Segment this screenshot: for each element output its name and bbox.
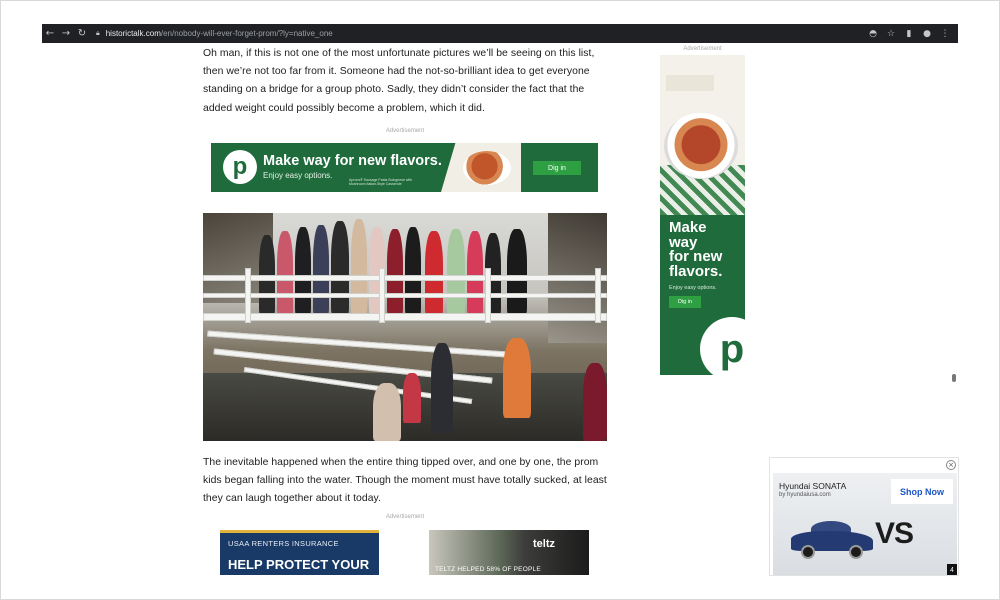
person-falling xyxy=(503,338,531,418)
profile-icon[interactable]: ● xyxy=(922,29,932,39)
bridge-rail xyxy=(203,293,607,298)
publix-banner-ad[interactable]: p Make way for new flavors. Enjoy easy o… xyxy=(211,143,598,192)
extension-drop-icon[interactable]: ◓ xyxy=(868,29,878,39)
article-paragraph-1: Oh man, if this is not one of the most u… xyxy=(203,48,595,114)
person xyxy=(331,221,349,315)
bridge-deck xyxy=(203,313,607,321)
person xyxy=(405,227,421,315)
banner-dig-in-button[interactable]: Dig in xyxy=(533,161,581,175)
lock-icon: 🔒︎ xyxy=(96,29,100,37)
person-falling xyxy=(373,383,401,441)
banner-ad-fine-print: Aprons® Sausage Pasta Bolognese with Mus… xyxy=(349,178,413,186)
skyscraper-dig-in-button[interactable]: Dig in xyxy=(669,296,701,308)
person xyxy=(313,225,329,315)
usaa-ad-eyebrow: USAA RENTERS INSURANCE xyxy=(228,539,339,548)
side-panel-icon[interactable]: ▮ xyxy=(904,29,914,39)
url-host: historictalk.com xyxy=(105,29,161,38)
reload-icon[interactable]: ↻ xyxy=(74,24,90,43)
scrollbar-thumb[interactable] xyxy=(952,374,956,382)
skyscraper-small-dish xyxy=(666,75,714,91)
vs-text: VS xyxy=(875,517,914,550)
teltz-ad[interactable]: teltz TELTZ HELPED 58% OF PEOPLE xyxy=(429,530,589,575)
person xyxy=(277,231,293,315)
teltz-ad-caption: TELTZ HELPED 58% OF PEOPLE xyxy=(435,566,541,573)
publix-logo: p xyxy=(700,317,745,375)
shop-now-button[interactable]: Shop Now xyxy=(891,479,953,504)
bridge-post xyxy=(485,268,491,323)
browser-toolbar: ← → ↻ 🔒︎ historictalk.com /en/nobody-wil… xyxy=(42,24,958,43)
bridge-post xyxy=(595,268,601,323)
person xyxy=(447,229,465,315)
pasta-dish-image xyxy=(664,113,738,179)
menu-kebab-icon[interactable]: ⋮ xyxy=(940,29,950,39)
article-paragraph-2: The inevitable happened when the entire … xyxy=(203,457,607,505)
hyundai-ad-url: by hyundaiusa.com xyxy=(779,492,831,498)
url-path: /en/nobody-will-ever-forget-prom/?ly=nat… xyxy=(160,29,333,38)
person-falling xyxy=(583,363,607,441)
person xyxy=(351,219,367,315)
skyscraper-subtitle: Enjoy easy options. xyxy=(669,285,717,291)
person xyxy=(467,231,483,315)
hyundai-ad-body: Hyundai SONATA by hyundaiusa.com Shop No… xyxy=(773,473,957,575)
advertisement-label: Advertisement xyxy=(385,514,425,520)
publix-skyscraper-ad[interactable]: Make way for new flavors. Enjoy easy opt… xyxy=(660,55,745,375)
sedan-car-image xyxy=(791,521,873,559)
banner-ad-subtitle: Enjoy easy options. xyxy=(263,171,333,180)
skyscraper-headline: Make way for new flavors. xyxy=(669,219,723,280)
usaa-gold-stripe xyxy=(220,530,379,533)
person xyxy=(425,231,443,315)
advertisement-label: Advertisement xyxy=(385,128,425,134)
pasta-dish-image xyxy=(463,151,511,185)
advertisement-label: Advertisement xyxy=(683,46,722,52)
bookmark-star-icon[interactable]: ☆ xyxy=(886,29,896,39)
address-bar[interactable]: 🔒︎ historictalk.com /en/nobody-will-ever… xyxy=(96,29,333,38)
banner-ad-title: Make way for new flavors. xyxy=(263,153,442,169)
person xyxy=(507,229,527,315)
person-falling xyxy=(431,343,453,433)
person xyxy=(387,229,403,315)
hyundai-sonata-ad[interactable]: × Hyundai SONATA by hyundaiusa.com Shop … xyxy=(769,457,959,576)
usaa-renters-insurance-ad[interactable]: USAA RENTERS INSURANCE HELP PROTECT YOUR xyxy=(220,530,379,575)
back-arrow-icon[interactable]: ← xyxy=(42,24,58,43)
close-ad-icon[interactable]: × xyxy=(946,460,956,470)
ad-count-badge: 4 xyxy=(947,564,957,575)
article-photo xyxy=(203,213,607,441)
publix-logo: p xyxy=(223,150,257,184)
bridge-post xyxy=(379,268,385,323)
bridge-post xyxy=(245,268,251,323)
person xyxy=(295,227,311,315)
person-falling xyxy=(403,373,421,423)
usaa-ad-headline: HELP PROTECT YOUR xyxy=(228,557,370,572)
bridge-rail xyxy=(203,275,607,281)
forward-arrow-icon[interactable]: → xyxy=(58,24,74,43)
hyundai-ad-title: Hyundai SONATA xyxy=(779,481,847,491)
teltz-logo: teltz xyxy=(533,538,555,550)
